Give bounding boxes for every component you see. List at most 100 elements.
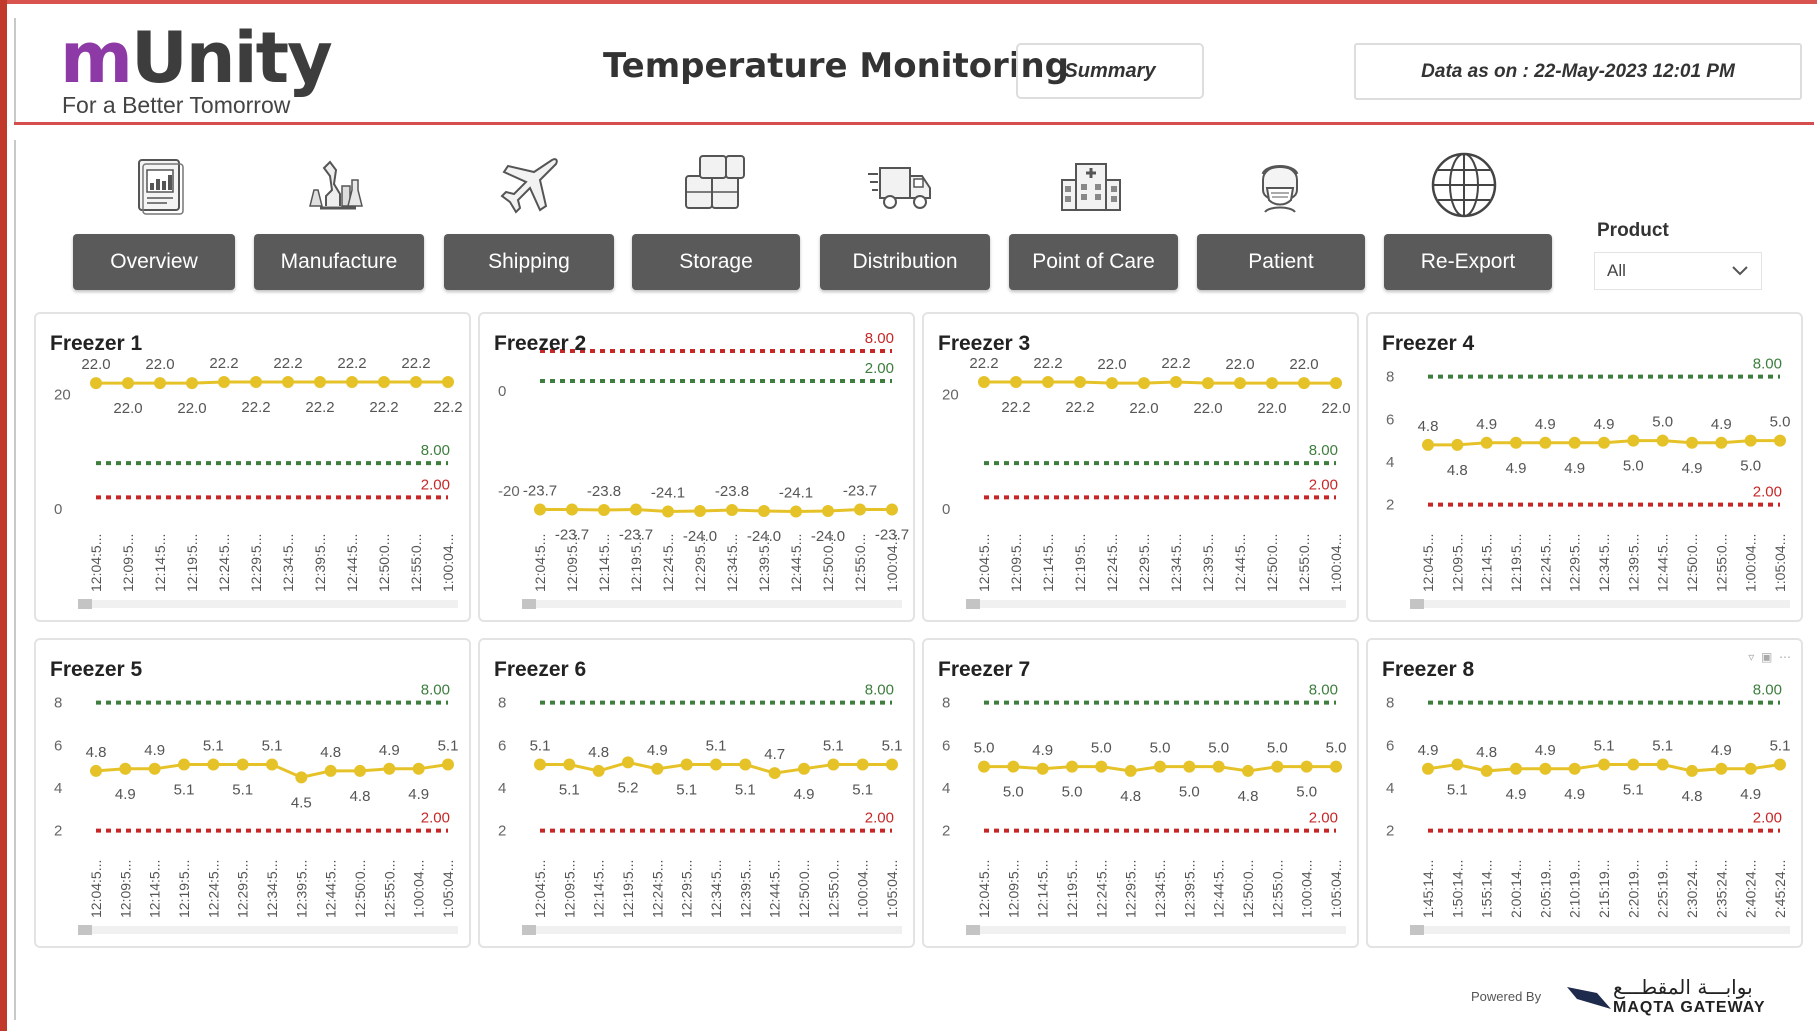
data-label: 5.1	[438, 738, 459, 755]
x-tick-label: 2:20:19...	[1625, 860, 1641, 918]
data-label: 22.2	[273, 355, 302, 372]
globe-icon[interactable]	[1429, 150, 1499, 220]
x-tick-label: 12:39:5...	[737, 860, 753, 918]
data-point	[1266, 377, 1278, 390]
report-chart-icon[interactable]	[125, 150, 195, 220]
x-tick-label: 12:39:5...	[1200, 534, 1216, 592]
data-point	[218, 376, 230, 388]
hospital-icon[interactable]	[1056, 150, 1126, 220]
freezer-chart-panel[interactable]: 8 6 4 2 8.00 2.00 5.0 5.0 4.9 5.0 5.0 4.8 5.0 5.0 5.0 4…	[922, 638, 1359, 948]
data-point	[324, 764, 337, 777]
data-label: 4.9	[115, 786, 136, 803]
y-tick-label: 8	[1386, 369, 1394, 386]
data-point	[1170, 376, 1182, 388]
data-label: 22.2	[1033, 355, 1062, 372]
nav-point-of-care-button[interactable]: Point of Care	[1009, 234, 1178, 290]
x-tick-label: 2:25:19...	[1655, 860, 1671, 918]
x-tick-label: 12:09:5...	[564, 534, 580, 592]
data-label: 4.8	[86, 744, 107, 761]
x-tick-label: 12:19:5...	[620, 860, 636, 918]
freezer-chart-panel[interactable]: 0 -20 2.00 8.00 -23.7 -23.7 -23.8 -23.7 -24.1 -24…	[478, 312, 915, 622]
freezer-chart-panel[interactable]: 20 0 8.00 2.00 22.0 22.0 22.0 22.0 22.2 22.2 22.2 2…	[34, 312, 471, 622]
summary-button[interactable]: Summary	[1016, 43, 1204, 99]
freezer-chart-panel[interactable]: 20 0 8.00 2.00 22.2 22.2 22.2 22.2 22.0 22.0 22.2 2…	[922, 312, 1359, 622]
y-tick-label: 6	[1386, 411, 1394, 428]
data-label: 5.0	[1326, 740, 1347, 757]
data-label: 4.9	[1711, 742, 1732, 759]
x-tick-label: 12:34:5...	[280, 534, 296, 592]
data-point	[412, 762, 425, 775]
x-tick-label: 12:09:5...	[1449, 534, 1465, 592]
laboratory-icon[interactable]	[300, 150, 370, 220]
data-label: 5.1	[882, 738, 903, 755]
data-label: 4.9	[1535, 416, 1556, 433]
nav-storage-button[interactable]: Storage	[632, 234, 800, 290]
freezer-chart-panel[interactable]: 8 6 4 2 8.00 2.00 4.9 5.1 4.8 4.9 4.9 4.9 5.1 5.1 5.1 4…	[1366, 638, 1803, 948]
x-tick-label: 12:44:5...	[323, 860, 339, 918]
product-select[interactable]: All	[1594, 252, 1762, 290]
y-tick-label: 8	[54, 695, 62, 712]
x-tick-label: 12:39:5...	[293, 860, 309, 918]
data-point	[758, 505, 770, 517]
y-tick-label: 20	[942, 387, 959, 404]
data-label: 22.2	[369, 399, 398, 416]
x-tick-label: 12:04:5...	[532, 860, 548, 918]
airplane-icon[interactable]	[494, 150, 564, 220]
series-line	[96, 380, 448, 385]
data-point	[630, 503, 642, 516]
patient-mask-icon[interactable]	[1245, 150, 1315, 220]
data-label: 22.2	[969, 355, 998, 372]
x-tick-label: 2:35:24...	[1713, 860, 1729, 918]
nav-overview-button[interactable]: Overview	[73, 234, 235, 290]
more-options-icon[interactable]: ⋯	[1779, 650, 1791, 664]
horizontal-scrollbar-track	[966, 600, 1346, 608]
data-label: 4.8	[1238, 788, 1259, 805]
line-chart: 0-202.008.00-23.7-23.7-23.8-23.7-24.1-24…	[498, 330, 909, 609]
y-tick-label: 0	[498, 383, 506, 400]
data-point	[1744, 762, 1757, 775]
focus-mode-icon[interactable]: ▣	[1761, 650, 1772, 664]
x-tick-label: 2:10:19...	[1567, 860, 1583, 918]
x-tick-label: 12:09:5...	[1005, 860, 1021, 918]
upper-limit-label: 8.00	[1309, 442, 1338, 459]
data-point	[978, 376, 990, 388]
data-point	[856, 758, 869, 771]
x-tick-label: 12:04:5...	[976, 860, 992, 918]
partner-latin-name: MAQTA GATEWAY	[1613, 999, 1766, 1016]
data-point	[1451, 438, 1464, 451]
data-label: 4.9	[1594, 416, 1615, 433]
nav-re-export-button[interactable]: Re-Export	[1384, 234, 1552, 290]
data-point	[1480, 764, 1493, 777]
nav-distribution-button[interactable]: Distribution	[820, 234, 990, 290]
delivery-truck-icon[interactable]	[866, 150, 936, 220]
data-label: 5.1	[676, 782, 697, 799]
freezer-chart-panel[interactable]: 8 6 4 2 8.00 2.00 4.8 4.9 4.9 5.1 5.1 5.1 5.1 4.5 4.8 4…	[34, 638, 471, 948]
data-point	[1656, 758, 1669, 771]
nav-patient-button[interactable]: Patient	[1197, 234, 1365, 290]
nav-shipping-button[interactable]: Shipping	[444, 234, 614, 290]
x-tick-label: 12:44:5...	[1211, 860, 1227, 918]
freezer-chart-panel[interactable]: 8 6 4 2 8.00 2.00 4.8 4.8 4.9 4.9 4.9 4.9 4.9 5.0 5.0 4…	[1366, 312, 1803, 622]
data-point	[266, 758, 278, 771]
data-point	[622, 756, 634, 769]
nav-manufacture-button[interactable]: Manufacture	[254, 234, 424, 290]
y-tick-label: 6	[942, 737, 950, 754]
data-point	[1715, 436, 1728, 449]
boxes-icon[interactable]	[680, 150, 750, 220]
x-tick-label: 12:44:5...	[788, 534, 804, 592]
data-point	[314, 376, 326, 388]
data-point	[739, 758, 752, 771]
x-tick-label: 12:50:0...	[352, 860, 368, 918]
visual-header-tools[interactable]: ▿ ▣ ⋯	[1748, 650, 1791, 664]
filter-icon[interactable]: ▿	[1748, 650, 1754, 664]
data-point	[978, 760, 990, 773]
y-tick-label: 2	[1386, 823, 1394, 840]
y-tick-label: 4	[942, 780, 950, 797]
lower-limit-label: 2.00	[1753, 810, 1782, 827]
data-label: 5.1	[530, 738, 551, 755]
freezer-chart-panel[interactable]: 8 6 4 2 8.00 2.00 5.1 5.1 4.8 5.2 4.9 5.1 5.1 5.1 4.7 4…	[478, 638, 915, 948]
x-tick-label: 1:50:14...	[1449, 860, 1465, 918]
data-label: 22.0	[145, 356, 174, 373]
x-tick-label: 12:55:0...	[381, 860, 397, 918]
x-tick-label: 12:14:5...	[1040, 534, 1056, 592]
